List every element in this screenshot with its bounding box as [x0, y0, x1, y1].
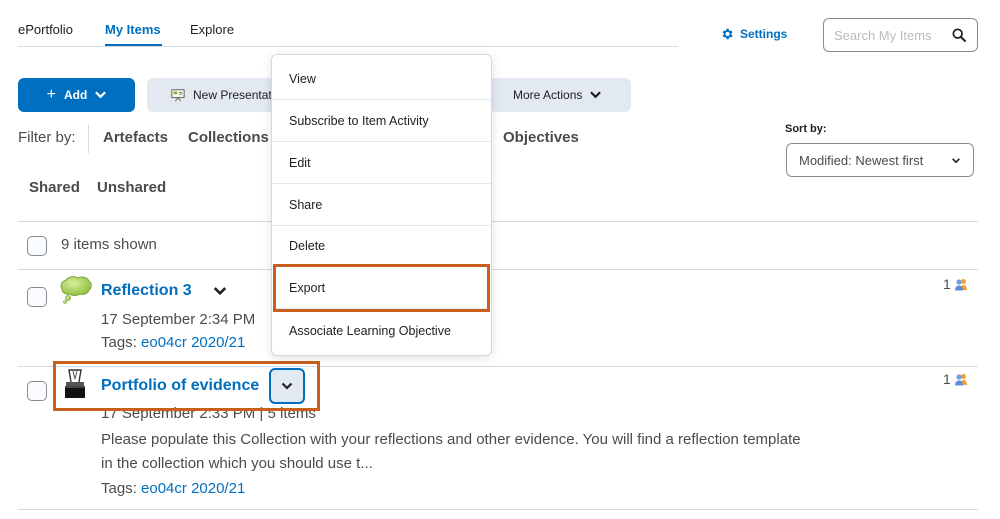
filter-objectives[interactable]: Objectives [503, 129, 579, 146]
chevron-down-icon [95, 91, 107, 99]
share-count-value: 1 [943, 371, 951, 387]
item-actions-chevron-icon[interactable] [213, 286, 227, 296]
tags-label: Tags: [101, 334, 137, 351]
list-divider [18, 509, 978, 510]
filter-artefacts[interactable]: Artefacts [103, 129, 168, 146]
filter-separator [88, 125, 89, 153]
share-count-value: 1 [943, 276, 951, 292]
list-divider [18, 221, 978, 222]
share-count: 1 [943, 276, 968, 292]
tag-link[interactable]: eo04cr 2020/21 [141, 334, 245, 351]
item-tags: Tags: eo04cr 2020/21 [101, 334, 245, 351]
tab-explore[interactable]: Explore [190, 22, 234, 37]
menu-item-share[interactable]: Share [272, 185, 491, 226]
item-description-line-1: Please populate this Collection with you… [101, 431, 801, 448]
search-box[interactable] [823, 18, 978, 52]
items-shown-count: 9 items shown [61, 236, 157, 253]
tags-label: Tags: [101, 480, 137, 497]
plus-icon: + [46, 86, 56, 103]
filter-label: Filter by: [18, 129, 76, 146]
reflection-speech-bubble-icon [60, 276, 92, 304]
nav-divider [18, 46, 678, 47]
chevron-down-icon [952, 157, 960, 163]
item-checkbox[interactable] [27, 381, 47, 401]
share-count: 1 [943, 371, 968, 387]
item-modified-date: 17 September 2:34 PM [101, 311, 256, 328]
list-divider [18, 269, 978, 270]
menu-item-associate-learning-objective[interactable]: Associate Learning Objective [272, 310, 491, 351]
filter-shared[interactable]: Shared [29, 179, 80, 196]
item-description-line-2: in the collection which you should use t… [101, 455, 373, 472]
tab-my-items[interactable]: My Items [105, 22, 161, 37]
menu-item-subscribe[interactable]: Subscribe to Item Activity [272, 101, 491, 142]
search-icon[interactable] [951, 27, 967, 43]
new-presentation-label: New Presentat [193, 88, 272, 102]
annotation-highlight-item [53, 361, 320, 411]
select-all-checkbox[interactable] [27, 236, 47, 256]
settings-label: Settings [740, 27, 788, 41]
filter-collections[interactable]: Collections [188, 129, 269, 146]
more-actions-button[interactable]: More Actions [490, 78, 631, 112]
more-actions-label: More Actions [513, 88, 583, 102]
gear-icon [722, 28, 733, 40]
item-tags: Tags: eo04cr 2020/21 [101, 480, 245, 497]
chevron-down-icon [590, 91, 602, 99]
menu-item-edit[interactable]: Edit [272, 143, 491, 184]
search-input[interactable] [834, 27, 944, 43]
presentation-icon [171, 89, 185, 102]
shared-users-icon [954, 373, 967, 385]
tag-link[interactable]: eo04cr 2020/21 [141, 480, 245, 497]
annotation-highlight-export [273, 264, 490, 312]
settings-link[interactable]: Settings [720, 27, 787, 41]
sort-select[interactable]: Modified: Newest first [786, 143, 974, 177]
add-label: Add [64, 88, 88, 102]
menu-item-delete[interactable]: Delete [272, 226, 491, 267]
filter-unshared[interactable]: Unshared [97, 179, 166, 196]
new-presentation-button[interactable]: New Presentat [147, 78, 287, 112]
menu-item-view[interactable]: View [272, 59, 491, 100]
sort-label: Sort by: [785, 123, 827, 135]
add-button[interactable]: + Add [18, 78, 135, 112]
sort-selected-value: Modified: Newest first [799, 152, 924, 168]
shared-users-icon [954, 278, 967, 290]
tab-eportfolio[interactable]: ePortfolio [18, 22, 73, 37]
item-checkbox[interactable] [27, 287, 47, 307]
item-title-link[interactable]: Reflection 3 [101, 282, 192, 300]
